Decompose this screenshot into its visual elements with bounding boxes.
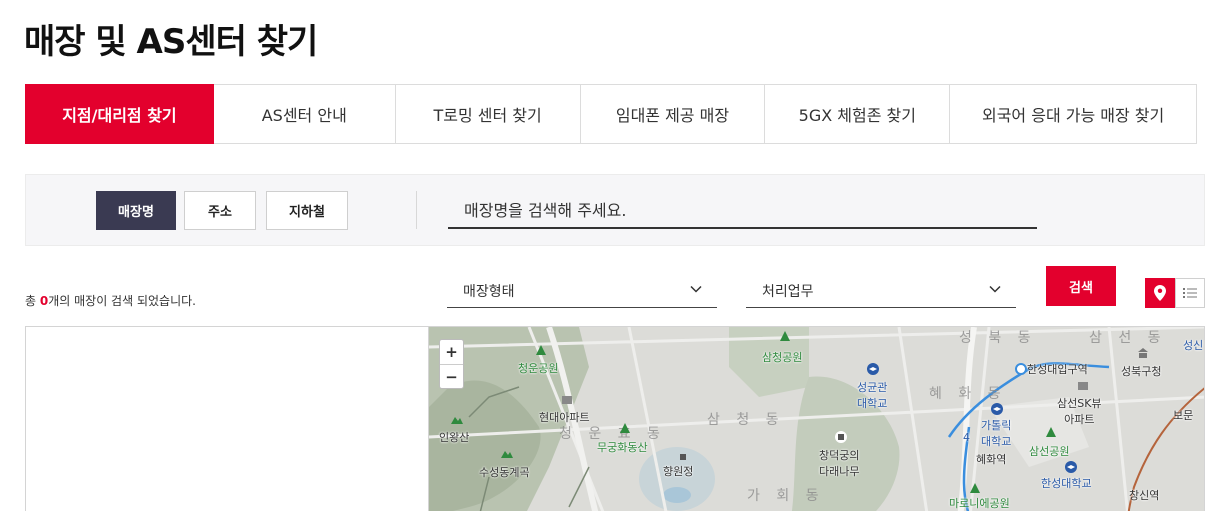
tab-5gx-zone[interactable]: 5GX 체험존 찾기 [765, 85, 951, 143]
park-icon [780, 331, 790, 341]
place-label: 보문 [1173, 409, 1194, 422]
tab-as-center[interactable]: AS센터 안내 [214, 85, 396, 143]
university-icon [991, 403, 1003, 415]
store-tabs: 지점/대리점 찾기 AS센터 안내 T로밍 센터 찾기 임대폰 제공 매장 5G… [25, 84, 1197, 144]
chevron-down-icon [989, 285, 1001, 293]
zoom-out-button[interactable]: − [440, 364, 463, 388]
place-label: 성신 [1183, 339, 1204, 352]
list-icon [1183, 288, 1197, 298]
list-view-toggle[interactable] [1175, 278, 1205, 308]
map-area-label: 가 회 동 [747, 488, 825, 504]
place-label: 삼선SK뷰 아파트 [1057, 397, 1102, 426]
government-office-icon [1138, 348, 1148, 358]
store-list-panel [25, 326, 428, 511]
place-label: 현대아파트 [539, 411, 590, 424]
place-label: 삼선공원 [1029, 445, 1070, 458]
place-label: 한성대학교 [1041, 477, 1092, 490]
place-label: 무궁화동산 [597, 441, 648, 454]
tab-store-search[interactable]: 지점/대리점 찾기 [25, 84, 214, 144]
place-label: 수성동계곡 [479, 466, 530, 479]
place-label: 성북구청 [1121, 365, 1162, 378]
apartment-icon [1078, 382, 1088, 390]
store-type-label: 매장형태 [463, 283, 515, 300]
map-pin-icon [1154, 285, 1166, 301]
university-icon [1065, 461, 1077, 473]
store-type-select[interactable]: 매장형태 [447, 274, 717, 308]
chevron-down-icon [690, 285, 702, 293]
mode-subway-button[interactable]: 지하철 [266, 191, 348, 230]
park-icon [1046, 427, 1056, 437]
tab-troaming-center[interactable]: T로밍 센터 찾기 [396, 85, 581, 143]
park-icon [620, 423, 630, 433]
apartment-icon [562, 396, 572, 404]
map-area-label: 성 북 동 [959, 330, 1037, 346]
place-label: 인왕산 [439, 431, 470, 444]
landmark-icon [835, 431, 847, 443]
map-zoom-control: + − [439, 339, 464, 389]
place-label: 성균관 대학교 [857, 381, 888, 410]
zoom-in-button[interactable]: + [440, 340, 463, 364]
place-label: 창덕궁의 다래나무 [819, 449, 860, 478]
subway-station-icon [1015, 363, 1027, 375]
mountain-icon [451, 417, 463, 424]
mountain-icon [501, 451, 513, 458]
result-prefix: 총 [25, 294, 40, 308]
map-area-label: 혜 화 동 [929, 386, 1007, 402]
place-label: 향원정 [663, 465, 694, 478]
place-label: 삼청공원 [762, 351, 803, 364]
store-search-input[interactable] [448, 193, 1037, 229]
result-suffix: 개의 매장이 검색 되었습니다. [48, 294, 196, 308]
service-type-select[interactable]: 처리업무 [746, 274, 1016, 308]
landmark-icon [680, 454, 686, 460]
place-label: 마로니에공원 [949, 497, 1010, 510]
place-label: 한성대입구역 [1027, 363, 1088, 376]
university-icon [867, 363, 879, 375]
park-icon [970, 483, 980, 493]
place-label: 가톨릭 대학교 [981, 419, 1012, 448]
mode-address-button[interactable]: 주소 [184, 191, 256, 230]
tab-foreign-language[interactable]: 외국어 응대 가능 매장 찾기 [950, 85, 1196, 143]
service-type-label: 처리업무 [762, 283, 814, 300]
store-map[interactable]: + − 삼 청 동 청 운 효 동 가 회 동 혜 화 동 성 북 동 삼 선 … [428, 326, 1205, 511]
search-panel: 매장명 주소 지하철 [25, 174, 1205, 246]
place-label: 청운공원 [518, 362, 559, 375]
search-button[interactable]: 검색 [1046, 266, 1116, 306]
result-number: 0 [39, 294, 49, 308]
park-icon [536, 345, 546, 355]
result-count: 총 0개의 매장이 검색 되었습니다. [25, 292, 196, 309]
mode-store-name-button[interactable]: 매장명 [96, 191, 176, 230]
place-label: 창신역 [1129, 489, 1160, 502]
subway-line-badge: 4 [963, 431, 970, 444]
tab-rental-phone[interactable]: 임대폰 제공 매장 [581, 85, 766, 143]
map-view-toggle[interactable] [1145, 278, 1175, 308]
place-label: 혜화역 [976, 453, 1007, 466]
map-area-label: 삼 청 동 [707, 412, 785, 428]
map-area-label: 삼 선 동 [1089, 330, 1167, 346]
page-title: 매장 및 AS센터 찾기 [24, 22, 318, 62]
divider [416, 191, 417, 229]
